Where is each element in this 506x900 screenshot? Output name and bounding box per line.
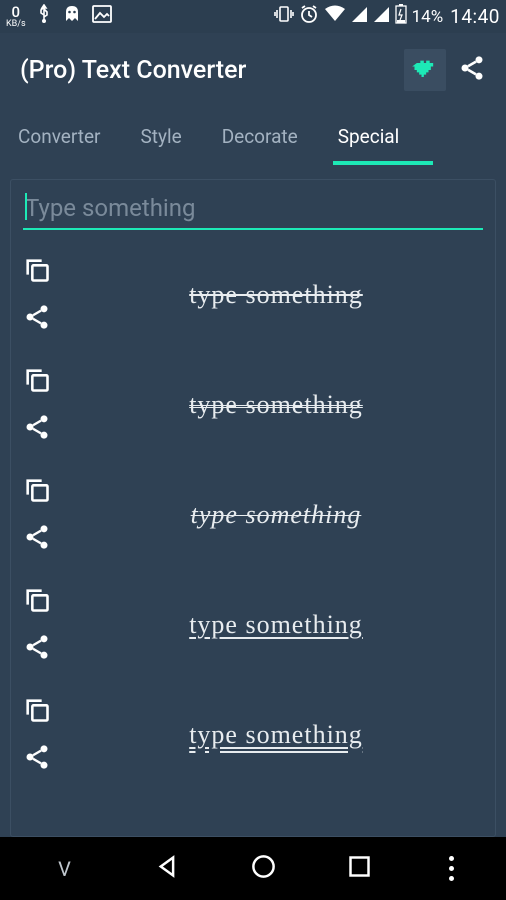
battery-percent: 14% <box>412 7 444 27</box>
copy-icon <box>23 366 51 394</box>
share-button[interactable] <box>23 413 69 445</box>
result-text-2[interactable]: type something <box>69 350 483 460</box>
panel: type something type something <box>10 179 496 837</box>
kbps-unit: KB/s <box>6 20 26 29</box>
usb-icon <box>36 4 52 29</box>
kbps-value: 0 <box>12 5 21 20</box>
share-button[interactable] <box>23 743 69 775</box>
copy-icon <box>23 256 51 284</box>
tab-bar: Converter Style Decorate Special <box>0 107 506 165</box>
status-right: 14% 14:40 <box>274 4 500 29</box>
share-icon <box>23 523 51 551</box>
result-actions-5 <box>23 680 69 790</box>
share-icon <box>23 413 51 441</box>
share-button[interactable] <box>23 523 69 555</box>
result-text-1[interactable]: type something <box>69 240 483 350</box>
share-icon <box>23 633 51 661</box>
text-caret <box>25 193 27 220</box>
share-icon <box>23 303 51 331</box>
tab-style[interactable]: Style <box>139 107 184 165</box>
copy-button[interactable] <box>23 696 69 728</box>
input-row <box>23 190 483 230</box>
share-button[interactable] <box>23 303 69 335</box>
tab-converter[interactable]: Converter <box>16 107 103 165</box>
share-icon <box>458 54 486 82</box>
result-row-5: type something <box>23 680 483 790</box>
copy-icon <box>23 476 51 504</box>
back-triangle-icon <box>154 853 181 880</box>
app-bar: (Pro) Text Converter <box>0 33 506 107</box>
tab-decorate[interactable]: Decorate <box>220 107 300 165</box>
copy-button[interactable] <box>23 586 69 618</box>
copy-icon <box>23 586 51 614</box>
result-actions-3 <box>23 460 69 570</box>
back-button[interactable] <box>154 853 181 884</box>
result-text-3[interactable]: type something <box>69 460 483 570</box>
network-speed: 0 KB/s <box>6 5 26 29</box>
home-button[interactable] <box>250 853 277 884</box>
dot-icon <box>449 876 454 881</box>
result-actions-2 <box>23 350 69 460</box>
alarm-icon <box>299 4 319 29</box>
navigation-bar: V <box>0 837 506 900</box>
copy-button[interactable] <box>23 476 69 508</box>
app-title: (Pro) Text Converter <box>20 56 392 85</box>
result-row-1: type something <box>23 240 483 350</box>
nav-v-label[interactable]: V <box>45 857 85 881</box>
result-actions-1 <box>23 240 69 350</box>
result-row-3: type something <box>23 460 483 570</box>
share-icon <box>23 743 51 771</box>
result-text-4[interactable]: type something <box>69 570 483 680</box>
recents-button[interactable] <box>346 853 373 884</box>
dot-icon <box>449 866 454 871</box>
battery-icon <box>395 4 407 29</box>
image-icon <box>92 5 112 28</box>
tab-special[interactable]: Special <box>336 107 402 165</box>
text-input[interactable] <box>23 190 483 230</box>
result-actions-4 <box>23 570 69 680</box>
result-text-5[interactable]: type something <box>69 680 483 790</box>
menu-button[interactable] <box>442 856 462 881</box>
signal-1-icon <box>351 6 368 28</box>
heart-button[interactable] <box>404 49 446 91</box>
ghost-icon <box>62 4 82 29</box>
home-circle-icon <box>250 853 277 880</box>
recents-square-icon <box>346 853 373 880</box>
dot-icon <box>449 856 454 861</box>
share-app-button[interactable] <box>458 54 486 86</box>
vibrate-icon <box>274 5 294 28</box>
copy-button[interactable] <box>23 256 69 288</box>
result-row-2: type something <box>23 350 483 460</box>
wifi-icon <box>324 5 346 28</box>
status-bar: 0 KB/s 14% 14:40 <box>0 0 506 33</box>
result-row-4: type something <box>23 570 483 680</box>
heart-pixel-icon <box>411 56 439 84</box>
copy-button[interactable] <box>23 366 69 398</box>
copy-icon <box>23 696 51 724</box>
tab-indicator <box>333 161 433 165</box>
status-left: 0 KB/s <box>6 4 112 29</box>
signal-2-icon <box>373 6 390 28</box>
main-content: type something type something <box>0 165 506 837</box>
share-button[interactable] <box>23 633 69 665</box>
clock-time: 14:40 <box>450 5 500 28</box>
